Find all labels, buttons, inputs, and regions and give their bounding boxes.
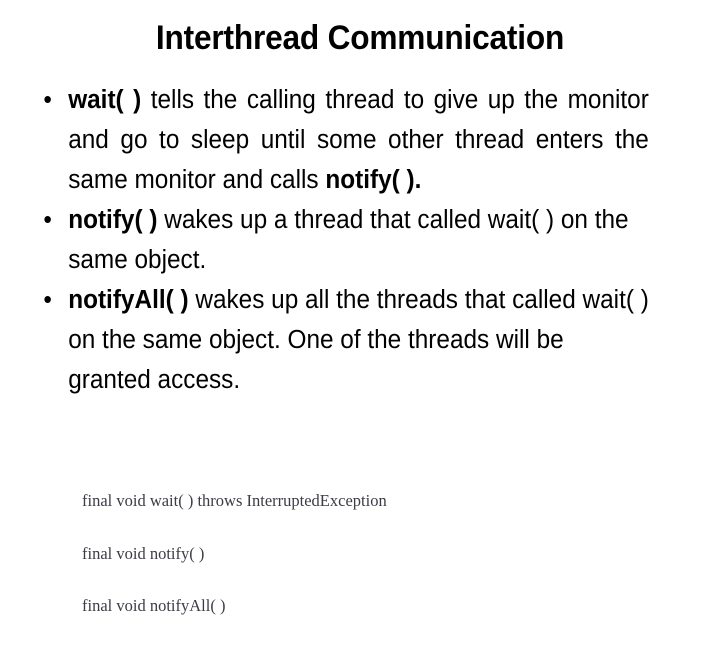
page-title: Interthread Communication [155,19,565,57]
list-item: • notifyAll( ) wakes up all the threads t… [30,280,649,400]
list-item-trailing-term: notify( ). [325,166,422,194]
slide-canvas: Interthread Communication • wait( ) tells… [0,0,720,614]
bullet-marker-icon: • [43,286,52,314]
method-signature-block: final void wait( ) throws InterruptedExc… [82,457,387,650]
code-line: final void wait( ) throws InterruptedExc… [82,491,387,510]
list-item-lead-term: notifyAll( ) [68,286,189,314]
list-item-lead-term: notify( ) [68,206,158,234]
bullet-list: • wait( ) tells the calling thread to giv… [30,80,678,400]
code-line: final void notifyAll( ) [82,596,226,615]
list-item-lead-term: wait( ) [68,86,142,114]
bullet-marker-icon: • [43,206,52,234]
code-line: final void notify( ) [82,543,205,563]
list-item: • wait( ) tells the calling thread to giv… [30,80,648,200]
list-item: • notify( ) wakes up a thread that called… [30,200,649,280]
bullet-marker-icon: • [43,86,52,114]
